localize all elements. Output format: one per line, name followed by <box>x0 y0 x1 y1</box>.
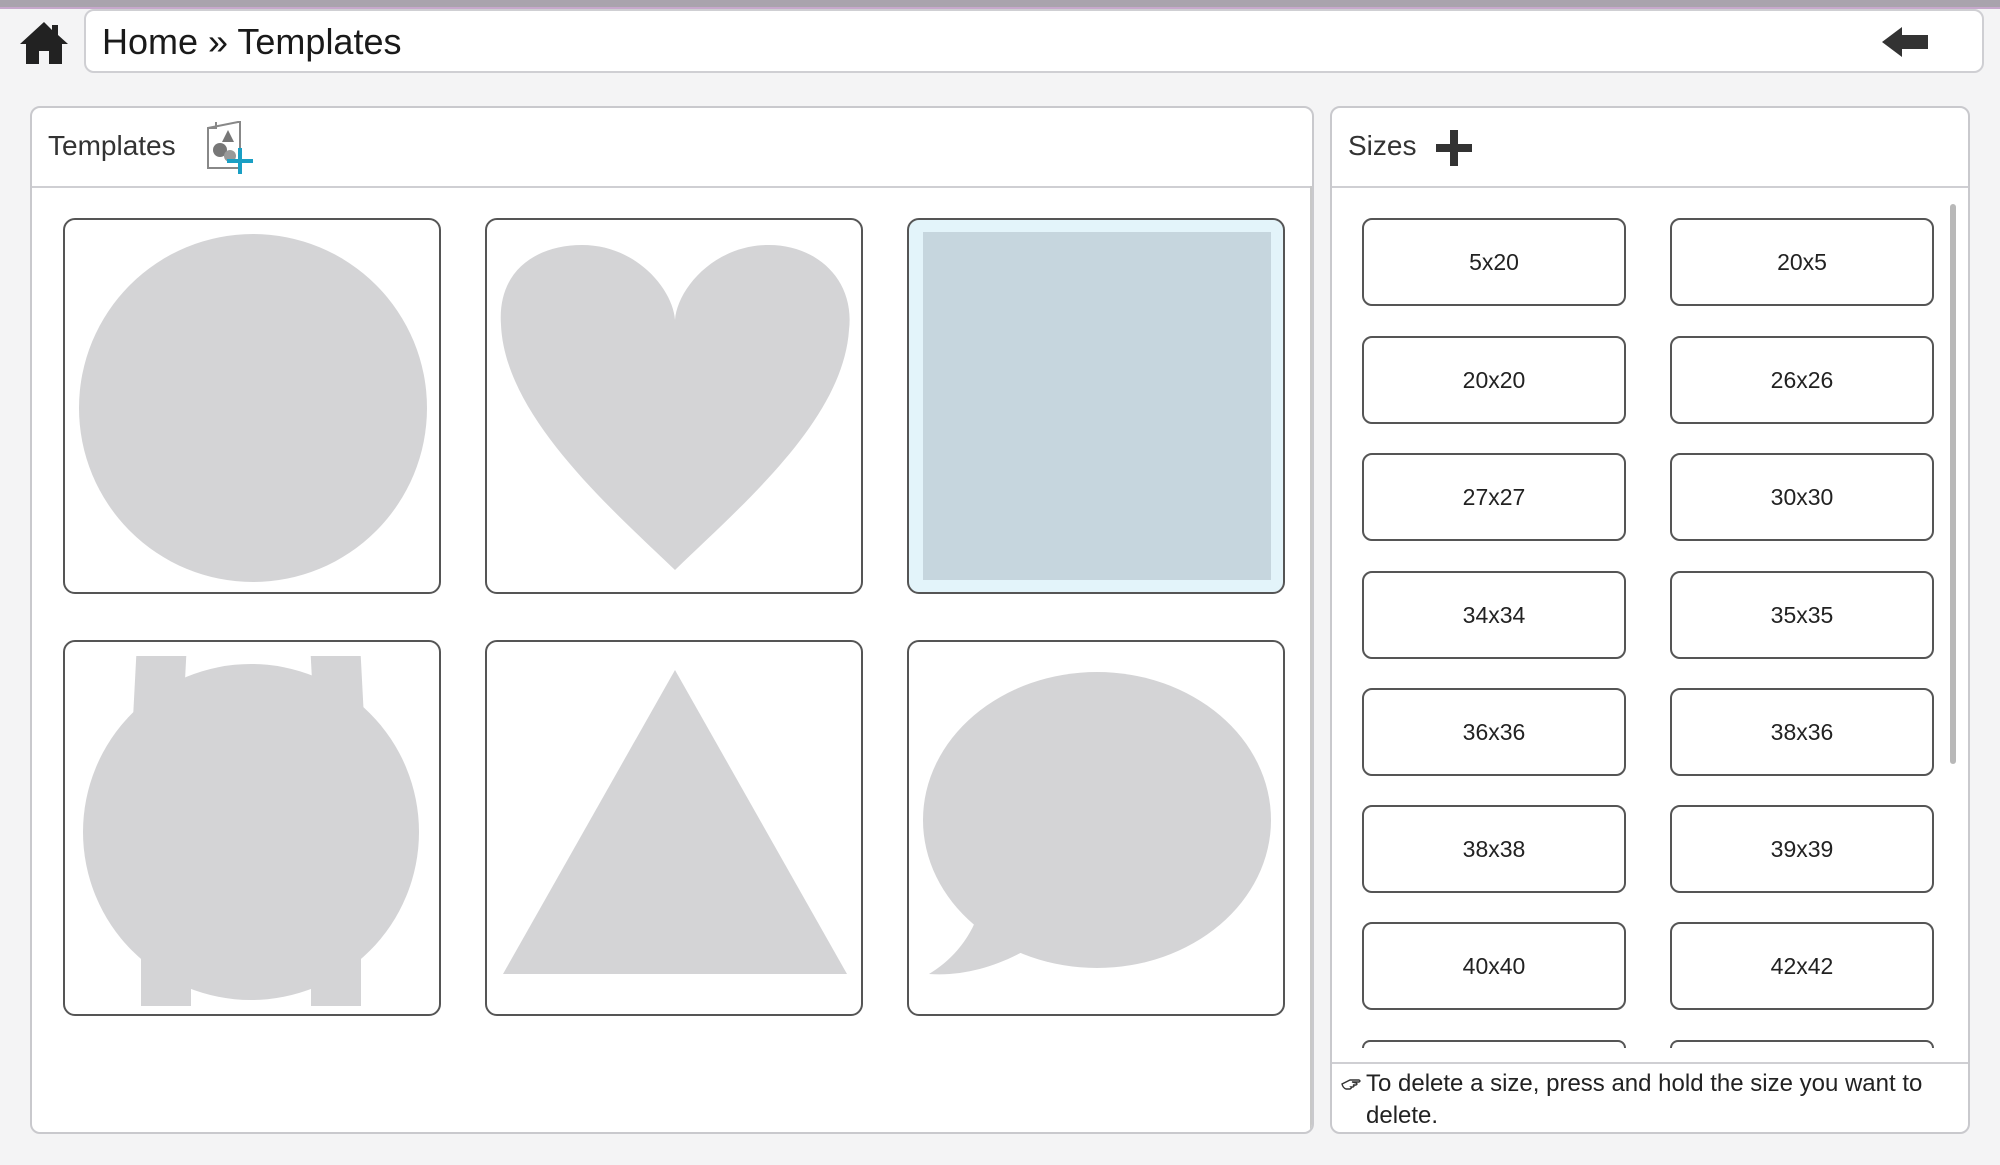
add-size-button[interactable] <box>1434 128 1474 168</box>
pointing-hand-icon <box>1341 1079 1361 1090</box>
size-button[interactable]: 40x40 <box>1362 922 1626 1010</box>
sizes-panel-header: Sizes <box>1332 108 1968 188</box>
size-button[interactable]: 20x5 <box>1670 218 1934 306</box>
template-tile-speech-bubble[interactable] <box>907 640 1285 1016</box>
template-tile-square[interactable] <box>907 218 1285 594</box>
breadcrumb-separator: » <box>198 21 238 62</box>
delete-hint: To delete a size, press and hold the siz… <box>1340 1068 1950 1132</box>
size-button[interactable]: 35x35 <box>1670 571 1934 659</box>
template-tile-heart[interactable] <box>485 218 863 594</box>
sizes-footer-divider <box>1332 1062 1968 1064</box>
circle-shape <box>79 234 427 582</box>
size-button[interactable]: 39x39 <box>1670 805 1934 893</box>
breadcrumb: Home » Templates <box>102 21 401 63</box>
template-tile-circle[interactable] <box>63 218 441 594</box>
template-tile-triangle[interactable] <box>485 640 863 1016</box>
home-icon <box>20 22 68 64</box>
breadcrumb-current: Templates <box>237 21 402 62</box>
home-button[interactable] <box>18 20 70 66</box>
size-button-partial[interactable] <box>1670 1040 1934 1048</box>
sizes-panel: Sizes 5x20 20x5 20x20 26x26 27x27 30x30 … <box>1330 106 1970 1134</box>
templates-panel: Templates <box>30 106 1314 1134</box>
size-button[interactable]: 26x26 <box>1670 336 1934 424</box>
size-button[interactable]: 38x38 <box>1362 805 1626 893</box>
size-button[interactable]: 38x36 <box>1670 688 1934 776</box>
breadcrumb-home-link[interactable]: Home <box>102 21 198 62</box>
templates-panel-header: Templates <box>32 108 1312 188</box>
back-arrow-icon <box>1882 27 1928 57</box>
triangle-shape <box>503 670 847 974</box>
add-template-button[interactable] <box>202 118 258 178</box>
templates-scrollbar[interactable] <box>1310 186 1312 1130</box>
breadcrumb-bar: Home » Templates <box>84 9 1984 73</box>
sizes-scrollbar[interactable] <box>1950 204 1956 764</box>
template-tile-watch[interactable] <box>63 640 441 1016</box>
sizes-list: 5x20 20x5 20x20 26x26 27x27 30x30 34x34 … <box>1332 186 1968 1132</box>
size-button[interactable]: 42x42 <box>1670 922 1934 1010</box>
window-top-border <box>0 0 2000 9</box>
watch-shape <box>83 656 419 1006</box>
speech-bubble-shape <box>923 672 1271 975</box>
templates-panel-title: Templates <box>48 130 176 161</box>
square-shape <box>923 232 1271 580</box>
size-button-partial[interactable] <box>1362 1040 1626 1048</box>
plus-icon <box>1436 130 1472 166</box>
size-button[interactable]: 34x34 <box>1362 571 1626 659</box>
size-button[interactable]: 36x36 <box>1362 688 1626 776</box>
heart-shape <box>500 245 850 570</box>
size-button[interactable]: 30x30 <box>1670 453 1934 541</box>
delete-hint-text: To delete a size, press and hold the siz… <box>1366 1070 1923 1129</box>
size-button[interactable]: 5x20 <box>1362 218 1626 306</box>
size-button[interactable]: 27x27 <box>1362 453 1626 541</box>
sizes-panel-title: Sizes <box>1348 130 1417 161</box>
add-template-icon <box>207 121 253 174</box>
back-button[interactable] <box>1880 25 1930 59</box>
size-button[interactable]: 20x20 <box>1362 336 1626 424</box>
